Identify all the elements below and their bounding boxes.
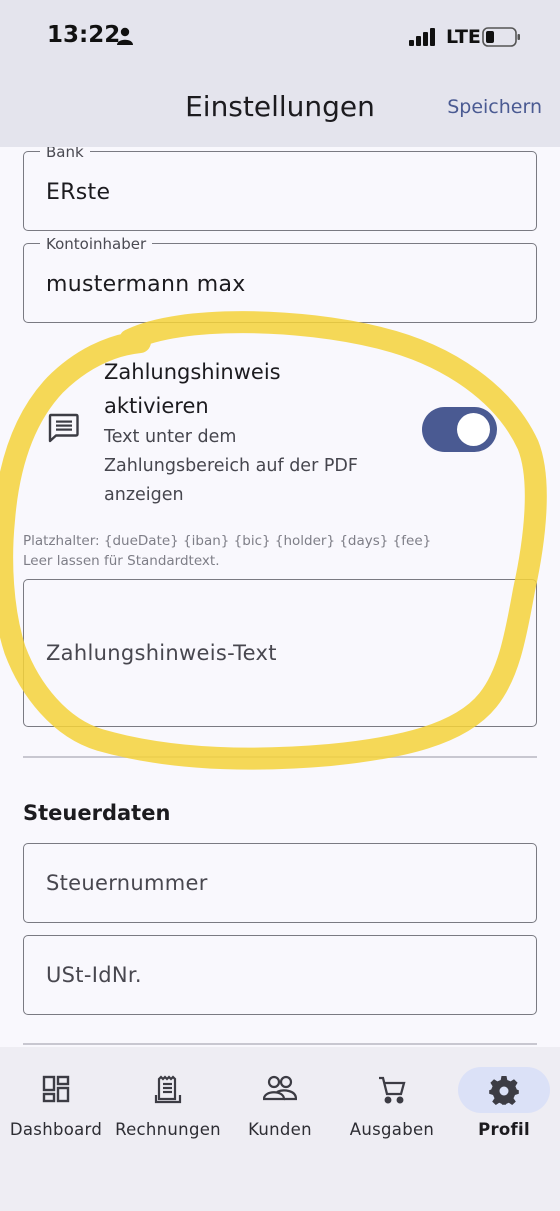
header-foreground: 13:22 LTE Einstellungen Speichern (0, 0, 560, 147)
vat-id-placeholder: USt-IdNr. (46, 963, 142, 987)
nav-item-rechnungen[interactable]: Rechnungen (112, 1047, 224, 1157)
bank-field[interactable]: Bank ERste (23, 143, 537, 231)
nav-label-kunden: Kunden (248, 1120, 312, 1139)
payment-note-switch[interactable] (422, 407, 497, 452)
placeholder-hint-line2: Leer lassen für Standardtext. (23, 553, 220, 569)
payment-note-toggle-subtitle: Text unter dem Zahlungsbereich auf der P… (104, 423, 404, 510)
payment-note-toggle-title: Zahlungshinweis aktivieren (104, 355, 364, 423)
chat-icon (48, 413, 79, 447)
placeholder-hint: Platzhalter: {dueDate} {iban} {bic} {hol… (23, 531, 431, 571)
payment-note-placeholder: Zahlungshinweis-Text (46, 641, 277, 665)
receipt-icon (154, 1075, 182, 1109)
people-icon (262, 1075, 298, 1105)
gear-icon (489, 1075, 519, 1109)
cart-icon (377, 1075, 407, 1109)
switch-knob (457, 413, 490, 446)
nav-item-kunden[interactable]: Kunden (224, 1047, 336, 1157)
bank-field-value: ERste (46, 180, 111, 205)
dashboard-icon (42, 1075, 70, 1107)
person-icon (117, 27, 133, 49)
nav-label-ausgaben: Ausgaben (349, 1120, 435, 1139)
payment-note-subtitle-line3: anzeigen (104, 485, 184, 505)
divider (23, 756, 537, 758)
nav-label-profil: Profil (478, 1120, 530, 1139)
nav-item-profil[interactable]: Profil (448, 1047, 560, 1157)
nav-label-dashboard: Dashboard (9, 1120, 103, 1139)
save-button-overlay[interactable]: Speichern (447, 96, 542, 118)
network-type-overlay: LTE (446, 26, 481, 48)
tax-number-placeholder: Steuernummer (46, 871, 208, 895)
tax-number-field[interactable]: Steuernummer (23, 843, 537, 923)
placeholder-hint-line1: Platzhalter: {dueDate} {iban} {bic} {hol… (23, 533, 432, 549)
account-holder-value: mustermann max (46, 272, 246, 297)
payment-note-text-field[interactable]: Zahlungshinweis-Text (23, 579, 537, 727)
vat-id-field[interactable]: USt-IdNr. (23, 935, 537, 1015)
battery-icon (482, 26, 522, 52)
payment-note-title-line1: Zahlungshinweis (104, 360, 281, 384)
bottom-navigation: Dashboard Rechnungen Kunden Ausgaben Pro… (0, 1047, 560, 1211)
signal-icon (409, 28, 437, 50)
tax-section-title: Steuerdaten (23, 801, 171, 825)
divider-bottom (23, 1043, 537, 1045)
nav-item-ausgaben[interactable]: Ausgaben (336, 1047, 448, 1157)
payment-note-title-line2: aktivieren (104, 394, 209, 418)
account-holder-field[interactable]: Kontoinhaber mustermann max (23, 235, 537, 323)
nav-item-dashboard[interactable]: Dashboard (0, 1047, 112, 1157)
nav-label-rechnungen: Rechnungen (115, 1120, 221, 1139)
payment-note-subtitle-line1: Text unter dem (104, 427, 237, 447)
status-time-overlay: 13:22 (47, 22, 121, 48)
payment-note-subtitle-line2: Zahlungsbereich auf der PDF (104, 456, 358, 476)
account-holder-label: Kontoinhaber (40, 235, 153, 253)
